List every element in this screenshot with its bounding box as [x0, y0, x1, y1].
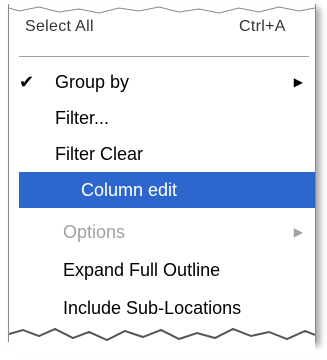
submenu-arrow-icon: ▶ [293, 225, 303, 239]
menu-item-filter-clear[interactable]: Filter Clear [9, 136, 315, 172]
checkmark-icon: ✔ [19, 72, 35, 92]
group-by-label: Group by [55, 72, 130, 92]
menu-item-column-edit[interactable]: Column edit [19, 172, 315, 208]
submenu-arrow-icon: ▶ [293, 75, 303, 89]
filter-label: Filter... [55, 108, 110, 128]
menu-item-filter[interactable]: Filter... [9, 100, 315, 136]
options-label: Options [63, 222, 126, 242]
menu-item-options: Options ▶ [9, 214, 315, 250]
menu-separator [19, 56, 309, 58]
menu-item-include-sub-locations[interactable]: Include Sub-Locations [9, 290, 315, 326]
include-sub-locations-label: Include Sub-Locations [63, 298, 242, 318]
menu-item-expand-full-outline[interactable]: Expand Full Outline [9, 252, 315, 288]
filter-clear-label: Filter Clear [55, 144, 144, 164]
expand-full-outline-label: Expand Full Outline [63, 260, 221, 280]
select-all-label: Select All [25, 18, 94, 35]
select-all-shortcut: Ctrl+A [239, 18, 286, 35]
torn-edge-top [9, 2, 315, 14]
torn-edge-bottom [9, 327, 315, 352]
menu-item-select-all[interactable]: Select All Ctrl+A [25, 18, 285, 36]
context-menu: Select All Ctrl+A ✔ Group by ▶ Filter...… [8, 2, 316, 352]
column-edit-label: Column edit [81, 180, 178, 200]
menu-item-group-by[interactable]: ✔ Group by ▶ [9, 64, 315, 100]
